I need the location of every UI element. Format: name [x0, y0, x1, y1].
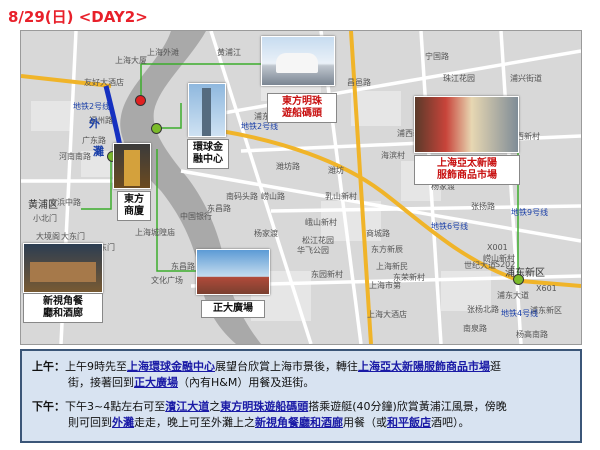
swfc-link[interactable]: 上海環球金融中心 [127, 360, 215, 373]
map-metro-label: 地铁6号线 [431, 222, 469, 231]
map-metro-label: 地铁4号线 [501, 309, 539, 318]
oriental-hotel-caption: 東方 商廈 [117, 191, 151, 221]
pm-text-1: 下午3~4點左右可至 [65, 400, 166, 413]
am-text-1: 上午9時先至 [65, 360, 127, 373]
zhengda-photo [196, 249, 270, 295]
pm-text-2: 之 [209, 400, 221, 413]
map-street-label: 商城路 [366, 229, 390, 238]
map-street-label: 东方新辰 [371, 245, 403, 254]
pm2-text-3: 用餐（或 [343, 416, 387, 429]
map-street-label: 河南南路 [59, 152, 91, 161]
map-street-label: 张扬路 [471, 202, 495, 211]
oriental-hotel-photo [113, 143, 151, 189]
map-street-label: 上海大酒店 [367, 310, 407, 319]
map-street-label: 大境阁 [36, 232, 60, 241]
pm-row: 下午：下午3~4點左右可至濱江大道之東方明珠遊船碼頭搭乘遊艇(40分鐘)欣賞黃浦… [32, 399, 507, 414]
map-street-label: 小北门 [33, 214, 57, 223]
map-street-label: X601 [536, 284, 557, 293]
map-street-label: 浦东大道 [497, 291, 529, 300]
map-street-label: 松江花园 [302, 236, 334, 245]
map-street-label: 世纪大道 [464, 261, 496, 270]
zhengda-link[interactable]: 正大廣場 [134, 376, 178, 389]
peace-hotel-link[interactable]: 和平飯店 [387, 416, 431, 429]
map-street-label: 南泉路 [463, 324, 487, 333]
map-street-label: X001 [487, 243, 508, 252]
map-metro-label: 地铁9号线 [511, 208, 549, 217]
map-area[interactable]: 黄浦江上海外滩上海大厦友好大酒店福州路广东路河南南路方浜中路小北门大境阁大东门小… [20, 30, 582, 345]
map-street-label: 杨家渡 [254, 229, 278, 238]
pearl-tower-marker[interactable] [135, 95, 146, 106]
map-street-label: 张杨北路 [467, 305, 499, 314]
map-street-label: 浦兴街道 [510, 74, 542, 83]
pm-label: 下午： [32, 400, 65, 413]
bund-link[interactable]: 外灘 [112, 416, 134, 429]
map-street-label: 海滨村 [381, 151, 405, 160]
map-street-label: 杨高南路 [516, 330, 548, 339]
am-text-3: 逛 [490, 360, 501, 373]
map-street-label: 文化广场 [151, 276, 183, 285]
map-street-label: 崂山路 [261, 192, 285, 201]
am-text-2: 展望台欣賞上海市景後，轉往 [215, 360, 358, 373]
am2-text-1: 街，接著回到 [68, 376, 134, 389]
bund-label-1: 外 [89, 117, 100, 130]
map-district-label: 浦东新区 [505, 268, 545, 279]
pm-text-3: 搭乘遊艇(40分鐘)欣賞黃浦江風景，傍晚 [308, 400, 507, 413]
pudong-marker[interactable] [513, 274, 524, 285]
map-metro-label: 地铁2号线 [73, 102, 111, 111]
map-street-label: 珠江花园 [443, 74, 475, 83]
pm2-text-4: 酒吧）。 [431, 416, 470, 429]
pearl-ferry-photo [261, 36, 335, 86]
pm2-text-1: 則可回到 [68, 416, 112, 429]
new-view-caption: 新視角餐 廳和酒廊 [23, 293, 103, 323]
map-street-label: 上海城隍庙 [135, 228, 175, 237]
map-street-label: 宁国路 [425, 52, 449, 61]
map-street-label: 东昌路 [171, 262, 195, 271]
map-street-label: 上海市第 [369, 281, 401, 290]
map-street-label: 峨山新村 [305, 218, 337, 227]
map-street-label: 潍坊路 [276, 162, 300, 171]
swfc-caption: 環球金 融中心 [187, 139, 229, 169]
am-row: 上午：上午9時先至上海環球金融中心展望台欣賞上海市景後，轉往上海亞太新陽服飾商品… [32, 359, 501, 374]
bund-label-2: 灘 [93, 145, 104, 158]
pm-row-2: 則可回到外灘走走，晚上可至外灘上之新視角餐廳和酒廊用餐（或和平飯店酒吧）。 [68, 415, 470, 430]
pearl-ferry-caption: 東方明珠 遊船碼頭 [267, 93, 337, 123]
binjiang-link[interactable]: 濱江大道 [165, 400, 209, 413]
swfc-marker[interactable] [151, 123, 162, 134]
am-row-2: 街，接著回到正大廣場（內有H&M）用餐及逛街。 [68, 375, 314, 390]
map-street-label: 中国银行 [180, 212, 212, 221]
new-view-photo [23, 243, 103, 293]
map-street-label: 上海新民 [376, 262, 408, 271]
yatai-market-caption: 上海亞太新陽 服飾商品市場 [414, 155, 520, 185]
zhengda-caption: 正大廣場 [201, 300, 265, 318]
pearl-ferry-link[interactable]: 東方明珠遊船碼頭 [220, 400, 308, 413]
map-street-label: 大东门 [61, 232, 85, 241]
map-street-label: 上海大厦 [115, 56, 147, 65]
yatai-market-photo [414, 96, 519, 153]
pm2-text-2: 走走，晚上可至外灘上之 [134, 416, 255, 429]
yatai-link[interactable]: 上海亞太新陽服飾商品市場 [358, 360, 490, 373]
map-district-label: 黄浦区 [28, 200, 58, 211]
map-street-label: 南码头路 [226, 192, 258, 201]
map-street-label: 昌邑路 [347, 78, 371, 87]
map-street-label: 东园新村 [311, 270, 343, 279]
map-street-label: 上海外滩 [147, 48, 179, 57]
new-view-link[interactable]: 新視角餐廳和酒廊 [255, 416, 343, 429]
am-label: 上午： [32, 360, 65, 373]
swfc-photo [188, 83, 226, 137]
map-street-label: 潍坊 [328, 166, 344, 175]
map-street-label: 乳山新村 [325, 192, 357, 201]
map-street-label: 黄浦江 [217, 48, 241, 57]
map-street-label: 友好大酒店 [84, 78, 124, 87]
schedule-box: 上午：上午9時先至上海環球金融中心展望台欣賞上海市景後，轉往上海亞太新陽服飾商品… [20, 349, 582, 443]
map-street-label: 华飞公园 [297, 246, 329, 255]
am2-text-2: （內有H&M）用餐及逛街。 [178, 376, 315, 389]
day-header: 8/29(日) <DAY2> [8, 8, 148, 26]
